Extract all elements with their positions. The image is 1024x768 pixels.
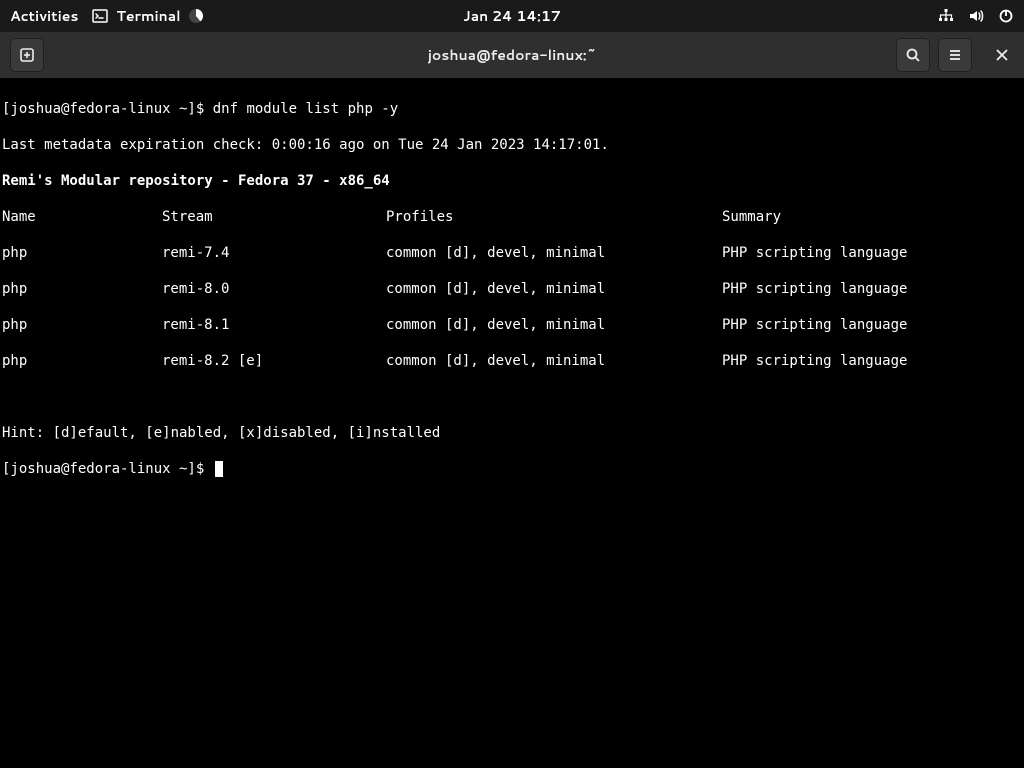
window-titlebar: joshua@fedora-linux:~	[0, 32, 1024, 78]
metadata-line: Last metadata expiration check: 0:00:16 …	[2, 136, 1022, 154]
col-name-header: Name	[2, 208, 162, 226]
hint-line: Hint: [d]efault, [e]nabled, [x]disabled,…	[2, 424, 1022, 442]
power-icon[interactable]	[998, 8, 1014, 24]
module-row: phpremi-8.1common [d], devel, minimalPHP…	[2, 316, 1022, 334]
gnome-topbar: Activities Terminal Jan 24 14:17	[0, 0, 1024, 32]
activities-button[interactable]: Activities	[10, 6, 78, 26]
volume-icon[interactable]	[968, 8, 984, 24]
app-name-label: Terminal	[116, 6, 180, 26]
hamburger-menu-button[interactable]	[938, 38, 972, 72]
search-button[interactable]	[896, 38, 930, 72]
spinner-icon	[189, 9, 203, 23]
network-icon[interactable]	[938, 8, 954, 24]
close-button[interactable]	[990, 43, 1014, 67]
col-summary-header: Summary	[722, 208, 1022, 226]
terminal-output[interactable]: [joshua@fedora-linux ~]$ dnf module list…	[0, 78, 1024, 500]
command-text: dnf module list php -y	[204, 101, 398, 117]
module-row: phpremi-7.4common [d], devel, minimalPHP…	[2, 244, 1022, 262]
window-title: joshua@fedora-linux:~	[428, 45, 597, 65]
app-indicator[interactable]: Terminal	[92, 6, 202, 26]
blank-line	[2, 388, 1022, 406]
repo-header: Remi's Modular repository - Fedora 37 - …	[2, 172, 1022, 190]
clock[interactable]: Jan 24 14:17	[463, 6, 561, 26]
column-header-row: NameStreamProfilesSummary	[2, 208, 1022, 226]
shell-prompt: [joshua@fedora-linux ~]$	[2, 101, 204, 117]
col-stream-header: Stream	[162, 208, 386, 226]
shell-prompt: [joshua@fedora-linux ~]$	[2, 461, 204, 477]
module-row: phpremi-8.2 [e]common [d], devel, minima…	[2, 352, 1022, 370]
cursor	[215, 461, 223, 477]
col-profiles-header: Profiles	[386, 208, 722, 226]
module-row: phpremi-8.0common [d], devel, minimalPHP…	[2, 280, 1022, 298]
terminal-icon	[92, 8, 108, 24]
new-tab-button[interactable]	[10, 38, 44, 72]
